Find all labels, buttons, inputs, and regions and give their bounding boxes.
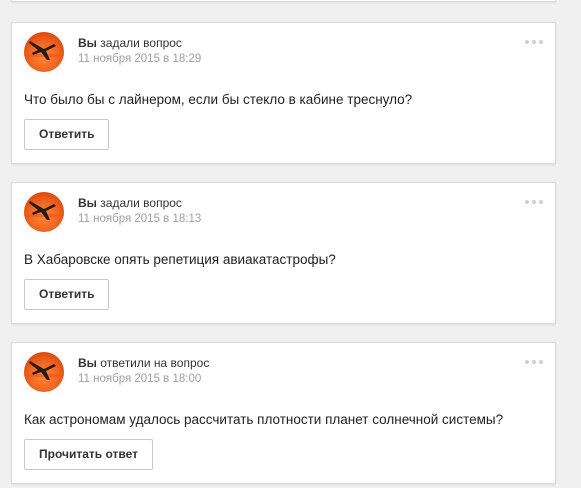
question-text[interactable]: Что было бы с лайнером, если бы стекло в… bbox=[24, 92, 412, 108]
feed-card: Вы задали вопрос 11 ноября 2015 в 18:13 … bbox=[11, 182, 556, 324]
post-meta: Вы задали вопрос 11 ноября 2015 в 18:29 bbox=[78, 36, 201, 67]
feed-card: Вы задали вопрос 11 ноября 2015 в 18:29 … bbox=[11, 22, 556, 164]
post-author-action: Вы задали вопрос bbox=[78, 196, 201, 211]
action-text: задали вопрос bbox=[100, 196, 182, 210]
post-author-action: Вы ответили на вопрос bbox=[78, 356, 209, 371]
author-name[interactable]: Вы bbox=[78, 196, 97, 210]
post-timestamp[interactable]: 11 ноября 2015 в 18:00 bbox=[78, 372, 209, 387]
post-author-action: Вы задали вопрос bbox=[78, 36, 201, 51]
post-timestamp[interactable]: 11 ноября 2015 в 18:13 bbox=[78, 212, 201, 227]
avatar[interactable] bbox=[24, 352, 64, 392]
post-meta: Вы задали вопрос 11 ноября 2015 в 18:13 bbox=[78, 196, 201, 227]
more-dots-icon[interactable] bbox=[525, 39, 543, 45]
answer-button[interactable]: Ответить bbox=[24, 279, 110, 310]
action-text: задали вопрос bbox=[100, 36, 182, 50]
question-text[interactable]: В Хабаровске опять репетиция авиакатастр… bbox=[24, 252, 336, 268]
avatar[interactable] bbox=[24, 32, 64, 72]
author-name[interactable]: Вы bbox=[78, 356, 97, 370]
more-dots-icon[interactable] bbox=[525, 199, 543, 205]
avatar[interactable] bbox=[24, 192, 64, 232]
author-name[interactable]: Вы bbox=[78, 36, 97, 50]
post-meta: Вы ответили на вопрос 11 ноября 2015 в 1… bbox=[78, 356, 209, 387]
action-text: ответили на вопрос bbox=[100, 356, 210, 370]
more-dots-icon[interactable] bbox=[525, 359, 543, 365]
previous-card-edge bbox=[11, 0, 556, 2]
read-answer-button[interactable]: Прочитать ответ bbox=[24, 439, 153, 470]
answer-button[interactable]: Ответить bbox=[24, 119, 110, 150]
feed-card: Вы ответили на вопрос 11 ноября 2015 в 1… bbox=[11, 342, 556, 484]
post-timestamp[interactable]: 11 ноября 2015 в 18:29 bbox=[78, 52, 201, 67]
question-text[interactable]: Как астрономам удалось рассчитать плотно… bbox=[24, 412, 503, 428]
